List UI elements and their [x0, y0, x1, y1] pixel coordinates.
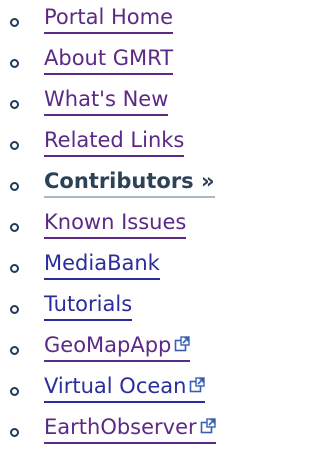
nav-link-mediabank[interactable]: MediaBank [44, 248, 160, 280]
nav-link-contributors[interactable]: Contributors » [44, 166, 215, 198]
nav-link-tutorials[interactable]: Tutorials [44, 289, 133, 321]
nav-link-about-gmrt[interactable]: About GMRT [44, 43, 174, 75]
nav-link-related-links[interactable]: Related Links [44, 125, 185, 157]
nav-item-geomapapp: GeoMapApp [0, 328, 251, 369]
nav-item-portal-home: Portal Home [0, 0, 251, 41]
bullet-icon [10, 141, 19, 150]
nav-link-label: GeoMapApp [44, 333, 172, 357]
nav-item-tutorials: Tutorials [0, 287, 251, 328]
bullet-icon [10, 182, 19, 191]
nav-item-virtual-ocean: Virtual Ocean [0, 369, 251, 410]
bullet-icon [10, 264, 19, 273]
nav-link-geomapapp[interactable]: GeoMapApp [44, 330, 191, 362]
nav-item-mediabank: MediaBank [0, 246, 251, 287]
bullet-icon [10, 346, 19, 355]
nav-item-earthobserver: EarthObserver [0, 410, 251, 451]
nav-link-known-issues[interactable]: Known Issues [44, 207, 187, 239]
nav-link-earthobserver[interactable]: EarthObserver [44, 412, 216, 444]
nav-item-about-gmrt: About GMRT [0, 41, 251, 82]
bullet-icon [10, 223, 19, 232]
bullet-icon [10, 305, 19, 314]
external-link-icon [200, 418, 216, 434]
nav-item-whats-new: What's New [0, 82, 251, 123]
nav-link-whats-new[interactable]: What's New [44, 84, 169, 116]
bullet-icon [10, 387, 19, 396]
nav-item-contributors: Contributors » [0, 164, 251, 205]
nav-link-virtual-ocean[interactable]: Virtual Ocean [44, 371, 206, 403]
side-navigation: Portal Home About GMRT What's New Relate… [0, 0, 251, 451]
bullet-icon [10, 59, 19, 68]
bullet-icon [10, 428, 19, 437]
nav-link-label: EarthObserver [44, 415, 197, 439]
external-link-icon [175, 336, 191, 352]
external-link-icon [190, 377, 206, 393]
nav-item-known-issues: Known Issues [0, 205, 251, 246]
nav-link-label: Virtual Ocean [44, 374, 187, 398]
bullet-icon [10, 100, 19, 109]
bullet-icon [10, 18, 19, 27]
nav-item-related-links: Related Links [0, 123, 251, 164]
nav-link-portal-home[interactable]: Portal Home [44, 2, 174, 34]
